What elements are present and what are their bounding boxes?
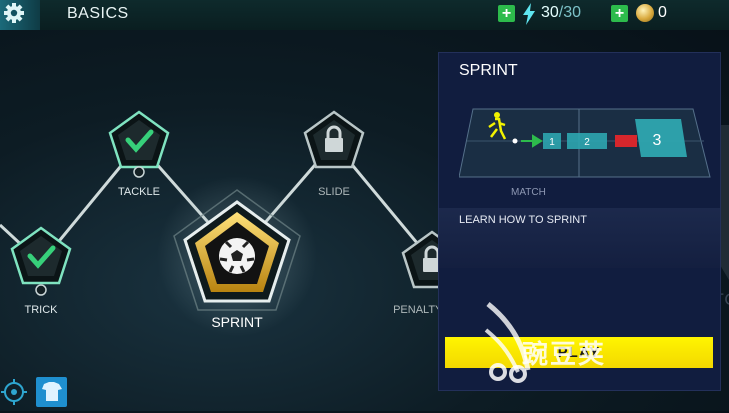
node-label-tackle: TACKLE: [118, 186, 160, 198]
preview-label: MATCH: [511, 187, 546, 198]
page-title: BASICS: [67, 5, 129, 22]
lightning-icon: [523, 3, 535, 25]
target-button[interactable]: [0, 376, 32, 408]
coin-icon: [636, 4, 654, 22]
energy-counter: 30/30: [541, 4, 581, 22]
panel-title: SPRINT: [459, 62, 518, 79]
kit-button[interactable]: [36, 376, 68, 408]
svg-text:1: 1: [549, 137, 555, 148]
svg-text:2: 2: [584, 137, 590, 148]
ball-badge-icon: [133, 166, 145, 178]
ball-dot-icon: [512, 138, 518, 144]
watermark-text: 豌豆荚: [522, 339, 607, 369]
jersey-icon: [36, 377, 67, 407]
target-marker: [615, 135, 637, 147]
energy-max: 30: [563, 4, 582, 21]
settings-button[interactable]: [0, 0, 40, 30]
skill-preview: 1 2 3: [459, 108, 711, 178]
node-sprint[interactable]: [157, 176, 317, 336]
add-energy-button[interactable]: +: [498, 5, 515, 22]
coin-count: 0: [658, 4, 667, 21]
node-label-sprint: SPRINT: [211, 314, 263, 330]
energy-current: 30: [541, 4, 559, 21]
crosshair-icon: [1, 379, 27, 405]
ball-badge-icon: [35, 284, 47, 296]
add-coins-button[interactable]: +: [611, 5, 628, 22]
node-label-slide: SLIDE: [318, 186, 350, 198]
top-bar: BASICS + 30/30 + 0: [0, 0, 729, 30]
node-slide[interactable]: [303, 110, 365, 169]
svg-text:3: 3: [653, 132, 662, 149]
soccer-ball-icon: [219, 238, 255, 274]
gear-icon: [4, 3, 24, 23]
skill-description: LEARN HOW TO SPRINT: [459, 214, 587, 226]
node-label-trick: TRICK: [24, 304, 58, 316]
